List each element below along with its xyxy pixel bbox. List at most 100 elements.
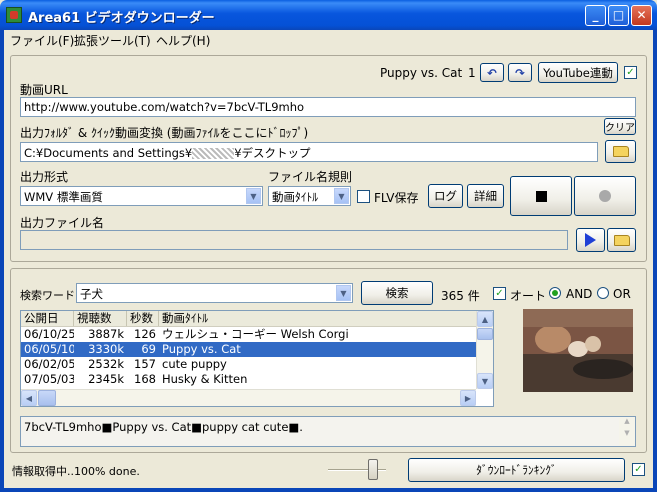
menu-file[interactable]: ファイル(F): [10, 32, 74, 49]
scroll-down-icon[interactable]: ▼: [477, 373, 493, 389]
window-title: Area61 ビデオダウンローダー: [28, 11, 215, 26]
scroll-right-icon[interactable]: ▶: [460, 390, 476, 406]
menu-help[interactable]: ヘルプ(H): [156, 32, 210, 49]
play-icon: [585, 233, 596, 247]
redo-icon: ↷: [515, 65, 525, 80]
redo-button[interactable]: ↷: [508, 63, 532, 82]
column-header-title[interactable]: 動画ﾀｲﾄﾙ: [159, 311, 489, 326]
search-word-select[interactable]: 子犬 ▼: [76, 283, 353, 303]
folder-icon: [613, 234, 630, 246]
folder-path-start: C:¥Documents and Settings¥: [24, 146, 193, 160]
format-value: WMV 標準画質: [24, 190, 103, 204]
scroll-left-icon[interactable]: ◀: [21, 390, 37, 406]
app-icon[interactable]: [6, 7, 22, 23]
chevron-down-icon[interactable]: ▼: [336, 285, 351, 301]
ranking-checkbox[interactable]: ✓: [632, 463, 645, 476]
stop-icon: [535, 190, 547, 202]
horizontal-scrollbar[interactable]: ◀ ▶: [21, 389, 476, 406]
column-header-date[interactable]: 公開日: [21, 311, 74, 326]
thumbnail-image: [523, 309, 633, 392]
download-ranking-button[interactable]: ﾀﾞｳﾝﾛｰﾄﾞﾗﾝｷﾝｸﾞ: [408, 458, 625, 482]
menu-tools[interactable]: 拡張ツール(T): [74, 32, 151, 49]
video-info-text: 7bcV-TL9mho■Puppy vs. Cat■puppy cat cute…: [24, 420, 303, 434]
masked-username: [192, 148, 235, 159]
minimize-button[interactable]: _: [585, 5, 606, 26]
output-filename-label: 出力ファイル名: [20, 216, 105, 230]
cell-seconds: 168: [134, 372, 156, 386]
cell-date: 07/05/03: [24, 372, 74, 386]
output-folder-input[interactable]: C:¥Documents and Settings¥ ¥デスクトップ: [20, 142, 598, 162]
result-count: 365 件: [441, 289, 480, 303]
format-select[interactable]: WMV 標準画質 ▼: [20, 186, 263, 206]
vertical-scrollbar[interactable]: ▲ ▼: [476, 311, 493, 389]
search-word-label: 検索ワード: [20, 289, 75, 302]
detail-button[interactable]: 詳細: [467, 184, 504, 208]
scroll-up-icon[interactable]: ▲: [477, 311, 493, 327]
record-icon: [599, 190, 611, 202]
output-filename-input[interactable]: [20, 230, 568, 250]
table-row[interactable]: 07/05/03 2345k 168 Husky & Kitten: [21, 372, 493, 387]
cell-date: 06/10/25: [24, 327, 74, 341]
cell-title: ウェルシュ・コーギー Welsh Corgi: [162, 327, 349, 341]
url-label: 動画URL: [20, 83, 68, 97]
cell-views: 2532k: [88, 357, 124, 371]
column-header-views[interactable]: 視聴数: [74, 311, 127, 326]
auto-checkbox[interactable]: ✓: [493, 287, 506, 300]
youtube-link-checkbox[interactable]: ✓: [624, 66, 637, 79]
video-info-textarea[interactable]: 7bcV-TL9mho■Puppy vs. Cat■puppy cat cute…: [20, 416, 636, 447]
close-button[interactable]: ✕: [631, 5, 652, 26]
or-label: OR: [613, 287, 631, 301]
cell-views: 3330k: [88, 342, 124, 356]
clear-button[interactable]: クリア: [604, 118, 636, 135]
hscroll-thumb[interactable]: [38, 390, 56, 406]
search-button[interactable]: 検索: [361, 281, 433, 305]
cell-title: Husky & Kitten: [162, 372, 248, 386]
window-border-right: [653, 30, 657, 492]
table-row[interactable]: 06/10/25 3887k 126 ウェルシュ・コーギー Welsh Corgi: [21, 327, 493, 342]
stop-button[interactable]: [510, 176, 572, 216]
auto-label: オート: [510, 289, 547, 303]
or-radio[interactable]: [597, 287, 609, 299]
and-label: AND: [566, 287, 593, 301]
play-button[interactable]: [576, 228, 605, 252]
column-header-seconds[interactable]: 秒数: [127, 311, 159, 326]
youtube-link-button[interactable]: YouTube連動: [538, 62, 618, 83]
cell-title: Puppy vs. Cat: [162, 342, 241, 356]
cell-seconds: 157: [134, 357, 156, 371]
video-thumbnail[interactable]: [523, 309, 633, 392]
cell-title: cute puppy: [162, 357, 227, 371]
volume-slider-thumb[interactable]: [368, 459, 378, 480]
undo-button[interactable]: ↶: [480, 63, 504, 82]
window-border-bottom: [0, 488, 657, 492]
cell-views: 2345k: [88, 372, 124, 386]
results-list[interactable]: 公開日 視聴数 秒数 動画ﾀｲﾄﾙ 06/10/25 3887k 126 ウェルシュ・…: [20, 310, 494, 407]
filename-rule-value: 動画ﾀｲﾄﾙ: [272, 190, 318, 204]
folder-path-end: ¥デスクトップ: [234, 146, 311, 160]
browse-folder-button[interactable]: [605, 140, 636, 163]
scroll-down-icon[interactable]: ▼: [619, 429, 635, 437]
info-scrollbar[interactable]: ▲ ▼: [619, 417, 635, 446]
cell-views: 3887k: [88, 327, 124, 341]
folder-icon: [612, 146, 629, 157]
filename-rule-select[interactable]: 動画ﾀｲﾄﾙ ▼: [268, 186, 351, 206]
window-border-left: [0, 30, 4, 492]
nav-index: 1: [468, 66, 476, 80]
chevron-down-icon[interactable]: ▼: [246, 188, 261, 204]
log-button[interactable]: ログ: [428, 184, 463, 208]
cell-date: 06/02/05: [24, 357, 74, 371]
maximize-button[interactable]: □: [608, 5, 629, 26]
scroll-thumb[interactable]: [477, 328, 493, 340]
table-row[interactable]: 06/05/10 3330k 69 Puppy vs. Cat: [21, 342, 493, 357]
filename-rule-label: ファイル名規則: [268, 170, 353, 184]
table-row[interactable]: 06/02/05 2532k 157 cute puppy: [21, 357, 493, 372]
status-text: 情報取得中..100% done.: [12, 465, 140, 478]
flv-save-checkbox[interactable]: [357, 190, 370, 203]
url-input[interactable]: http://www.youtube.com/watch?v=7bcV-TL9m…: [20, 97, 636, 117]
record-button[interactable]: [574, 176, 636, 216]
undo-icon: ↶: [487, 65, 497, 80]
open-output-folder-button[interactable]: [607, 228, 636, 252]
and-radio[interactable]: [549, 287, 561, 299]
scroll-up-icon[interactable]: ▲: [619, 417, 635, 425]
nav-video-title: Puppy vs. Cat: [380, 66, 463, 80]
chevron-down-icon[interactable]: ▼: [334, 188, 349, 204]
